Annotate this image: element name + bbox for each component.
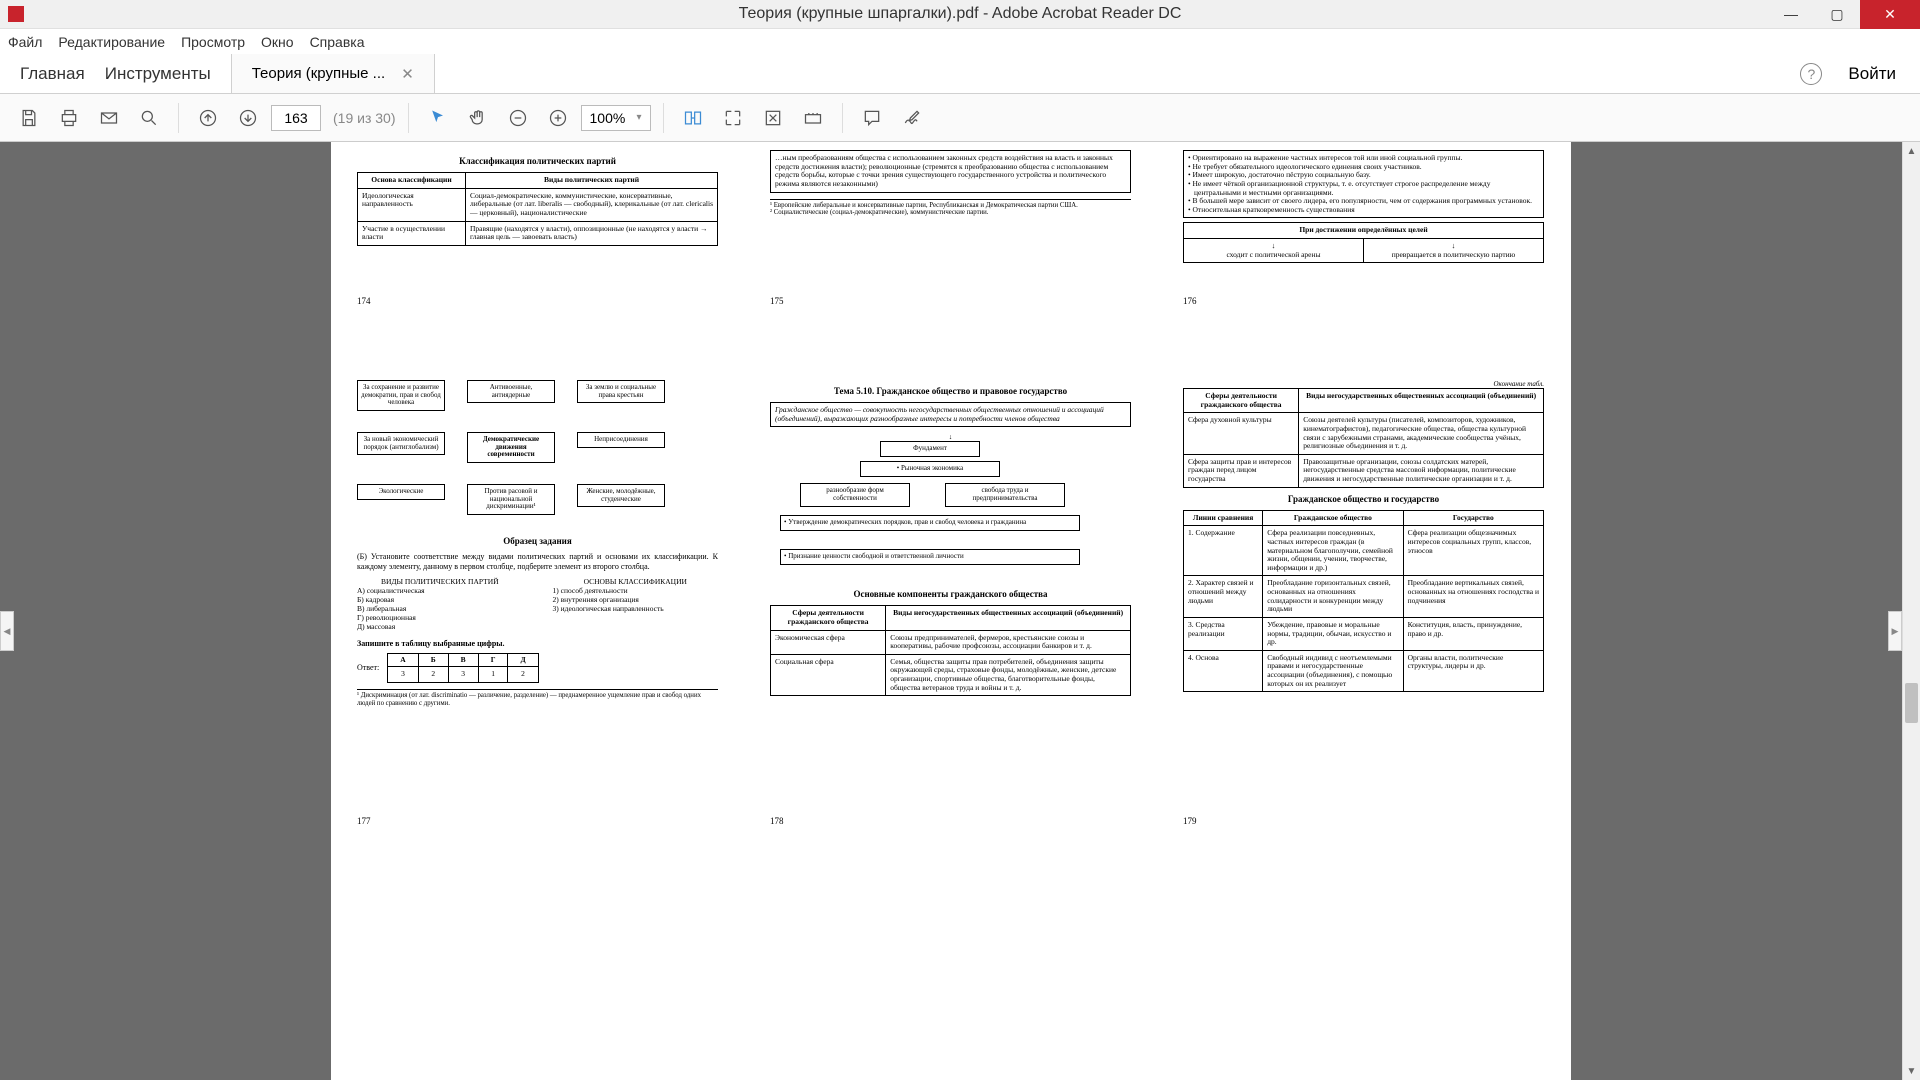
page-count-label: (19 из 30): [333, 110, 396, 126]
read-mode-button[interactable]: [796, 101, 830, 135]
scroll-down-icon[interactable]: ▼: [1903, 1062, 1920, 1080]
zoom-in-button[interactable]: [541, 101, 575, 135]
page-number-input[interactable]: [271, 105, 321, 131]
page-176-footer-table: При достижении определённых целей ↓сходи…: [1183, 222, 1544, 263]
right-panel-handle[interactable]: ▶: [1888, 611, 1902, 651]
zoom-select[interactable]: 100%: [581, 105, 651, 131]
page-175-fn1: ¹ Европейские либеральные и консервативн…: [770, 202, 1131, 210]
maximize-button[interactable]: ▢: [1814, 0, 1860, 29]
page-174: Классификация политических партий Основа…: [331, 142, 744, 312]
page-175: …ным преобразованиям общества с использо…: [744, 142, 1157, 312]
help-icon[interactable]: ?: [1800, 63, 1822, 85]
menu-view[interactable]: Просмотр: [181, 34, 245, 50]
page-177-num: 177: [357, 816, 371, 826]
zoom-out-button[interactable]: [501, 101, 535, 135]
page-177-answer-table: АБВГД 32312: [387, 653, 538, 683]
signin-link[interactable]: Войти: [1848, 64, 1896, 84]
page-178-title: Тема 5.10. Гражданское общество и правов…: [770, 386, 1131, 396]
page-179-num: 179: [1183, 816, 1197, 826]
page-178-table: Сферы деятельности гражданского общества…: [770, 605, 1131, 696]
tab-bar: Главная Инструменты Теория (крупные ... …: [0, 54, 1920, 94]
page-177-fn: ¹ Дискриминация (от лат. discriminatio —…: [357, 692, 718, 708]
email-button[interactable]: [92, 101, 126, 135]
menu-window[interactable]: Окно: [261, 34, 294, 50]
save-button[interactable]: [12, 101, 46, 135]
home-tabs-group: Главная Инструменты: [0, 54, 232, 93]
page-176: • Ориентировано на выражение частных инт…: [1157, 142, 1570, 312]
page-178-num: 178: [770, 816, 784, 826]
page-179-sec2: Гражданское общество и государство: [1183, 494, 1544, 504]
page-177-task-body: (Б) Установите соответствие между видами…: [357, 552, 718, 571]
page-178-diagram: ↓ Фундамент • Рыночная экономика разнооб…: [770, 433, 1131, 583]
page-177-instr: Запишите в таблицу выбранные цифры.: [357, 639, 718, 649]
minimize-button[interactable]: —: [1768, 0, 1814, 29]
page-179-table1: Сферы деятельности гражданского общества…: [1183, 388, 1544, 488]
search-button[interactable]: [132, 101, 166, 135]
scroll-up-icon[interactable]: ▲: [1903, 142, 1920, 160]
next-page-button[interactable]: [231, 101, 265, 135]
left-panel-handle[interactable]: ◀: [0, 611, 14, 651]
page-179: Окончание табл. Сферы деятельности гражд…: [1157, 372, 1570, 832]
page-175-num: 175: [770, 296, 784, 306]
page-178-def-box: Гражданское общество — совокупность него…: [770, 402, 1131, 427]
page-174-title: Классификация политических партий: [357, 156, 718, 166]
fit-width-button[interactable]: [676, 101, 710, 135]
page-174-table: Основа классификацииВиды политических па…: [357, 172, 718, 246]
fullscreen-button[interactable]: [756, 101, 790, 135]
page-176-num: 176: [1183, 296, 1197, 306]
title-bar: Теория (крупные шпаргалки).pdf - Adobe A…: [0, 0, 1920, 29]
page-179-cont: Окончание табл.: [1183, 380, 1544, 388]
hand-tool-button[interactable]: [461, 101, 495, 135]
close-button[interactable]: ✕: [1860, 0, 1920, 29]
pages-container: Классификация политических партий Основа…: [331, 142, 1571, 1080]
scroll-track[interactable]: [1903, 160, 1920, 1062]
close-tab-icon[interactable]: ✕: [401, 65, 414, 83]
acrobat-icon: [8, 6, 24, 22]
page-176-table: • Ориентировано на выражение частных инт…: [1183, 150, 1544, 218]
tab-home[interactable]: Главная: [20, 64, 85, 84]
prev-page-button[interactable]: [191, 101, 225, 135]
select-tool-button[interactable]: [421, 101, 455, 135]
menu-edit[interactable]: Редактирование: [58, 34, 165, 50]
sign-button[interactable]: [895, 101, 929, 135]
page-178-sec2: Основные компоненты гражданского обществ…: [770, 589, 1131, 599]
print-button[interactable]: [52, 101, 86, 135]
window-controls: — ▢ ✕: [1768, 0, 1920, 29]
document-tab[interactable]: Теория (крупные ... ✕: [232, 54, 435, 93]
menu-file[interactable]: Файл: [8, 34, 42, 50]
fit-page-button[interactable]: [716, 101, 750, 135]
menu-help[interactable]: Справка: [310, 34, 365, 50]
page-174-num: 174: [357, 296, 371, 306]
toolbar: (19 из 30) 100%: [0, 94, 1920, 142]
vertical-scrollbar[interactable]: ▲ ▼: [1902, 142, 1920, 1080]
menu-bar: Файл Редактирование Просмотр Окно Справк…: [0, 29, 1920, 54]
document-tab-label: Теория (крупные ...: [252, 65, 385, 82]
zoom-value: 100%: [590, 110, 626, 126]
scroll-thumb[interactable]: [1905, 683, 1918, 723]
window-title: Теория (крупные шпаргалки).pdf - Adobe A…: [739, 5, 1182, 23]
page-177: За сохранение и развитие демократии, пра…: [331, 372, 744, 832]
page-175-fn2: ² Социалистические (социал-демократическ…: [770, 209, 1131, 217]
page-177-task-title: Образец задания: [357, 536, 718, 546]
page-179-table2: Линии сравненияГражданское обществоГосуд…: [1183, 510, 1544, 693]
document-viewport: ◀ ▶ Классификация политических партий Ос…: [0, 142, 1902, 1080]
comment-button[interactable]: [855, 101, 889, 135]
tab-tools[interactable]: Инструменты: [105, 64, 211, 84]
page-177-diagram: За сохранение и развитие демократии, пра…: [357, 380, 718, 530]
page-178: Тема 5.10. Гражданское общество и правов…: [744, 372, 1157, 832]
page-175-table: …ным преобразованиям общества с использо…: [770, 150, 1131, 193]
